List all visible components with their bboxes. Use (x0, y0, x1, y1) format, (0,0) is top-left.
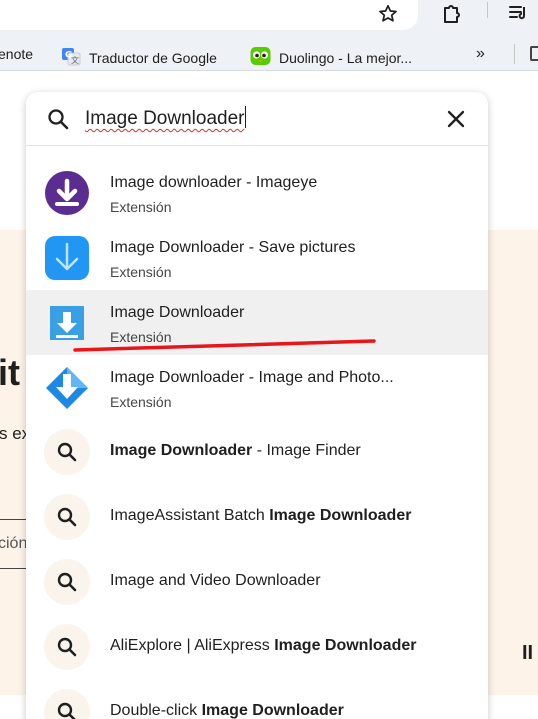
reading-list-icon[interactable] (504, 0, 532, 28)
suggestion-title: Image Downloader (110, 304, 245, 321)
suggestion-bold-text: Image Downloader (269, 507, 412, 524)
bookmark-item-evernote[interactable]: enote (0, 46, 33, 62)
suggestion-search-aliexplore[interactable]: AliExplore | AliExpress Image Downloader (26, 615, 488, 680)
image-and-photo-icon (44, 365, 90, 411)
suggestion-subtitle: Extensión (110, 394, 172, 410)
suggestion-bold-text: Image Downloader (201, 702, 344, 719)
browser-toolbar (0, 0, 538, 38)
suggestion-subtitle: Extensión (110, 264, 172, 280)
suggestion-title: Image Downloader - Save pictures (110, 239, 356, 256)
bookmark-star-icon[interactable] (374, 0, 402, 28)
search-icon (44, 494, 90, 540)
address-bar[interactable] (0, 0, 418, 30)
omnibox-dropdown: Image Downloader Image downloader - Imag… (26, 92, 488, 719)
omnibox-input[interactable]: Image Downloader (85, 106, 247, 130)
suggestion-title: Image downloader - Imageye (110, 174, 318, 191)
suggestion-subtitle: Extensión (110, 199, 172, 215)
suggestion-text: Double-click Image Downloader (110, 702, 344, 719)
imageye-icon (44, 170, 90, 216)
toolbar-divider (487, 2, 488, 18)
suggestion-pre-text: ImageAssistant Batch (110, 507, 270, 524)
omnibox-query-text: Image Downloader (85, 108, 245, 129)
search-icon (44, 689, 90, 719)
search-icon (44, 624, 90, 670)
text-caret (245, 106, 247, 128)
suggestion-extension-imageye[interactable]: Image downloader - Imageye Extensión (26, 160, 488, 225)
suggestion-search-image-and-video[interactable]: Image and Video Downloader (26, 550, 488, 615)
suggestion-pre-text: AliExplore | AliExpress (110, 637, 275, 654)
svg-text:文: 文 (71, 55, 79, 65)
suggestion-bold-text: Image Downloader (110, 442, 253, 459)
extensions-puzzle-icon[interactable] (438, 0, 466, 28)
more-bookmarks-chevron-icon[interactable]: » (476, 45, 485, 63)
bookmarks-divider (514, 44, 515, 64)
image-downloader-icon (44, 300, 90, 346)
suggestion-text: Image and Video Downloader (110, 572, 321, 590)
suggestion-rest-text: - Image Finder (252, 442, 361, 459)
bookmark-item-duolingo[interactable]: Duolingo - La mejor... (250, 46, 412, 69)
suggestion-search-image-finder[interactable]: Image Downloader - Image Finder (26, 420, 488, 485)
suggestion-search-imageassistant[interactable]: ImageAssistant Batch Image Downloader (26, 485, 488, 550)
suggestion-extension-image-downloader[interactable]: Image Downloader Extensión (26, 290, 488, 355)
page-field-fragment: ción (0, 535, 28, 552)
suggestion-text: AliExplore | AliExpress Image Downloader (110, 637, 416, 655)
omnibox-search-row[interactable]: Image Downloader (26, 92, 488, 146)
duolingo-icon (250, 46, 271, 69)
suggestion-text: Image Downloader - Image Finder (110, 442, 361, 460)
suggestion-extension-save-pictures[interactable]: Image Downloader - Save pictures Extensi… (26, 225, 488, 290)
bookmark-label: Duolingo - La mejor... (279, 49, 413, 66)
save-pictures-icon (44, 235, 90, 281)
google-translate-icon: G文 (61, 46, 81, 69)
bookmarks-bar: enote G文 Traductor de Google Duolingo - … (0, 38, 538, 71)
suggestion-search-double-click[interactable]: Double-click Image Downloader (26, 680, 488, 719)
bookmark-label: enote (0, 46, 34, 62)
bookmark-label: Traductor de Google (89, 49, 217, 66)
clear-icon[interactable] (444, 107, 468, 131)
all-bookmarks-folder-icon[interactable] (530, 46, 538, 61)
page-heading-fragment: it (0, 352, 20, 393)
search-icon (44, 559, 90, 605)
suggestion-extension-image-and-photo[interactable]: Image Downloader - Image and Photo... Ex… (26, 355, 488, 420)
suggestion-pre-text: Image and Video Downloader (110, 572, 321, 589)
search-icon (46, 107, 70, 131)
page-right-fragment: II (522, 642, 534, 664)
suggestion-pre-text: Double-click (110, 702, 202, 719)
suggestion-subtitle: Extensión (110, 329, 172, 345)
search-icon (44, 429, 90, 475)
bookmark-item-google-translate[interactable]: G文 Traductor de Google (61, 46, 217, 69)
suggestion-bold-text: Image Downloader (274, 637, 417, 654)
suggestion-text: ImageAssistant Batch Image Downloader (110, 507, 411, 525)
suggestion-title: Image Downloader - Image and Photo... (110, 369, 394, 386)
